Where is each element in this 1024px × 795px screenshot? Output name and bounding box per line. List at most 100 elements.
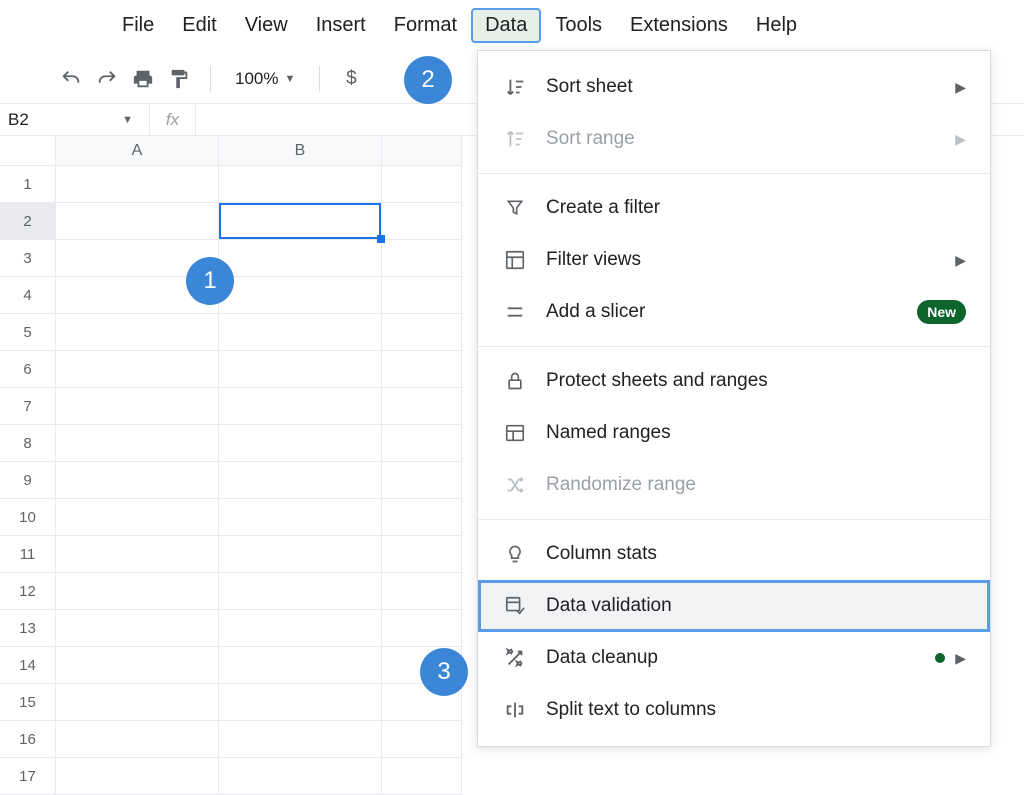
undo-icon[interactable] xyxy=(60,68,82,90)
row-header[interactable]: 15 xyxy=(0,684,56,721)
cell[interactable] xyxy=(56,536,219,573)
menu-named-ranges[interactable]: Named ranges xyxy=(478,407,990,459)
row-header[interactable]: 6 xyxy=(0,351,56,388)
menu-add-slicer[interactable]: Add a slicer New xyxy=(478,286,990,338)
cell[interactable] xyxy=(56,573,219,610)
menu-randomize-range: Randomize range xyxy=(478,459,990,511)
cell[interactable] xyxy=(56,721,219,758)
cell[interactable] xyxy=(56,166,219,203)
filter-views-icon xyxy=(502,247,528,273)
cell[interactable] xyxy=(382,277,462,314)
cell[interactable] xyxy=(56,499,219,536)
menu-insert[interactable]: Insert xyxy=(302,8,380,43)
cell[interactable] xyxy=(219,499,382,536)
menu-protect-sheets[interactable]: Protect sheets and ranges xyxy=(478,355,990,407)
currency-format-button[interactable]: $ xyxy=(340,68,362,90)
chevron-right-icon: ▶ xyxy=(955,650,966,667)
column-header[interactable]: A xyxy=(56,136,219,166)
cell[interactable] xyxy=(382,462,462,499)
cell[interactable] xyxy=(219,647,382,684)
cell[interactable] xyxy=(219,351,382,388)
menu-extensions[interactable]: Extensions xyxy=(616,8,742,43)
column-header[interactable]: B xyxy=(219,136,382,166)
menu-data[interactable]: Data xyxy=(471,8,541,43)
cell[interactable] xyxy=(219,758,382,795)
menu-format[interactable]: Format xyxy=(380,8,471,43)
cell[interactable] xyxy=(219,166,382,203)
menu-data-validation[interactable]: Data validation xyxy=(478,580,990,632)
cell[interactable] xyxy=(219,721,382,758)
menu-file[interactable]: File xyxy=(108,8,168,43)
cell-selected[interactable] xyxy=(219,203,382,240)
row-header[interactable]: 2 xyxy=(0,203,56,240)
menu-data-cleanup[interactable]: Data cleanup ▶ xyxy=(478,632,990,684)
row-header[interactable]: 9 xyxy=(0,462,56,499)
cell[interactable] xyxy=(219,277,382,314)
cell[interactable] xyxy=(382,240,462,277)
cell[interactable] xyxy=(56,462,219,499)
cell[interactable] xyxy=(382,721,462,758)
select-all-corner[interactable] xyxy=(0,136,56,166)
cell[interactable] xyxy=(382,758,462,795)
menubar: File Edit View Insert Format Data Tools … xyxy=(0,0,1024,50)
cell[interactable] xyxy=(219,388,382,425)
cell[interactable] xyxy=(56,610,219,647)
row-header[interactable]: 1 xyxy=(0,166,56,203)
cell[interactable] xyxy=(56,351,219,388)
cell[interactable] xyxy=(56,388,219,425)
cell[interactable] xyxy=(382,203,462,240)
menu-help[interactable]: Help xyxy=(742,8,811,43)
row-header[interactable]: 7 xyxy=(0,388,56,425)
cell[interactable] xyxy=(219,314,382,351)
cell[interactable] xyxy=(56,758,219,795)
cell[interactable] xyxy=(382,536,462,573)
cell[interactable] xyxy=(382,610,462,647)
row-header[interactable]: 16 xyxy=(0,721,56,758)
cell[interactable] xyxy=(382,425,462,462)
cell[interactable] xyxy=(219,425,382,462)
row-header[interactable]: 14 xyxy=(0,647,56,684)
row-header[interactable]: 17 xyxy=(0,758,56,795)
paint-format-icon[interactable] xyxy=(168,68,190,90)
redo-icon[interactable] xyxy=(96,68,118,90)
cell[interactable] xyxy=(382,573,462,610)
cell[interactable] xyxy=(56,647,219,684)
cell[interactable] xyxy=(219,684,382,721)
row-header[interactable]: 13 xyxy=(0,610,56,647)
menu-column-stats[interactable]: Column stats xyxy=(478,528,990,580)
menu-view[interactable]: View xyxy=(231,8,302,43)
cell[interactable] xyxy=(382,499,462,536)
zoom-select[interactable]: 100% ▼ xyxy=(231,67,299,91)
cell[interactable] xyxy=(382,166,462,203)
menu-filter-views[interactable]: Filter views ▶ xyxy=(478,234,990,286)
row-header[interactable]: 11 xyxy=(0,536,56,573)
cell[interactable] xyxy=(382,388,462,425)
cell[interactable] xyxy=(219,536,382,573)
menu-tools[interactable]: Tools xyxy=(541,8,616,43)
row-header[interactable]: 8 xyxy=(0,425,56,462)
cell[interactable] xyxy=(382,314,462,351)
row-header[interactable]: 12 xyxy=(0,573,56,610)
cell[interactable] xyxy=(219,610,382,647)
print-icon[interactable] xyxy=(132,68,154,90)
cell[interactable] xyxy=(56,684,219,721)
row-header[interactable]: 10 xyxy=(0,499,56,536)
cell[interactable] xyxy=(56,425,219,462)
column-header[interactable] xyxy=(382,136,462,166)
menu-edit[interactable]: Edit xyxy=(168,8,230,43)
menu-create-filter[interactable]: Create a filter xyxy=(478,182,990,234)
chevron-down-icon: ▼ xyxy=(122,114,149,126)
row-header[interactable]: 5 xyxy=(0,314,56,351)
row-header[interactable]: 3 xyxy=(0,240,56,277)
cell[interactable] xyxy=(382,351,462,388)
row-header[interactable]: 4 xyxy=(0,277,56,314)
cell[interactable] xyxy=(56,314,219,351)
cell[interactable] xyxy=(219,462,382,499)
name-box[interactable]: B2 ▼ xyxy=(0,104,150,135)
menu-sort-sheet[interactable]: Sort sheet ▶ xyxy=(478,61,990,113)
cell[interactable] xyxy=(219,573,382,610)
menu-split-text[interactable]: Split text to columns xyxy=(478,684,990,736)
annotation-badge-3: 3 xyxy=(420,648,468,696)
cell[interactable] xyxy=(56,203,219,240)
cell[interactable] xyxy=(219,240,382,277)
